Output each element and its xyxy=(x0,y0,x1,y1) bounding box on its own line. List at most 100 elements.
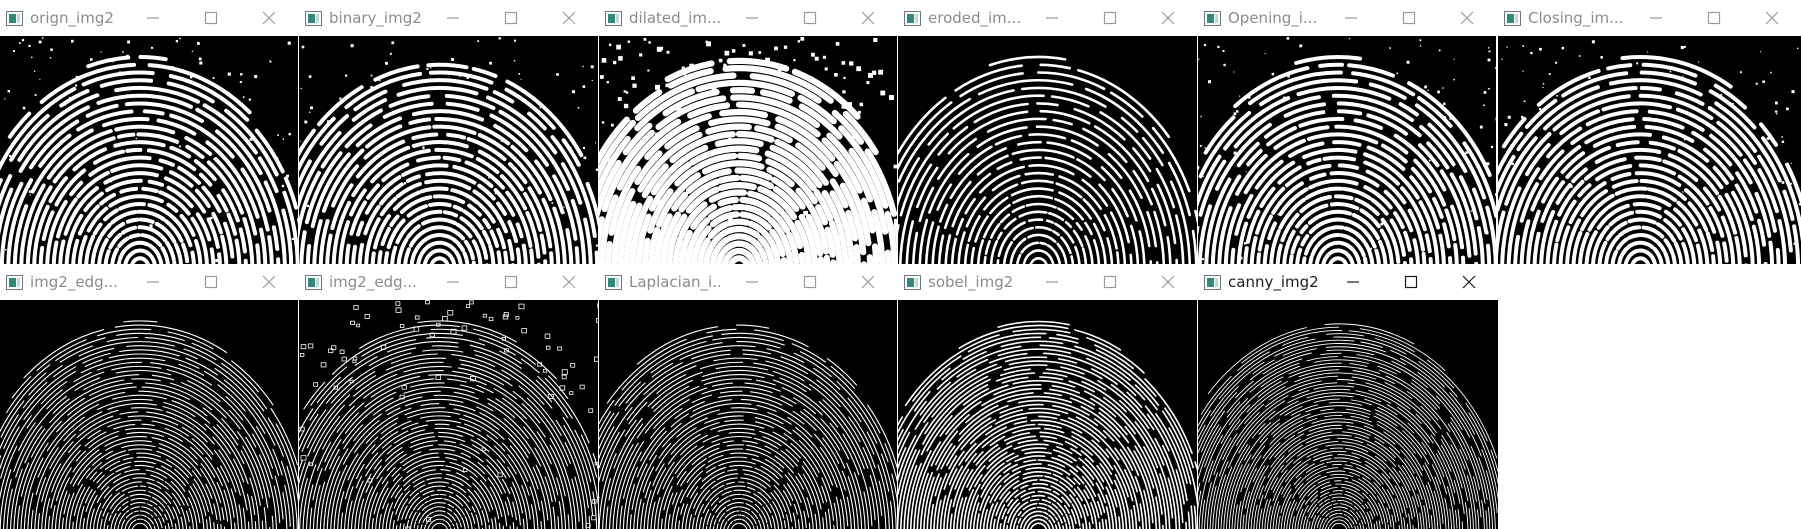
image-window[interactable]: img2_edg... xyxy=(0,264,298,529)
minimize-button[interactable] xyxy=(124,0,182,36)
image-canvas xyxy=(898,36,1197,264)
image-window[interactable]: eroded_im... xyxy=(898,0,1197,264)
maximize-button[interactable] xyxy=(182,264,240,300)
window-titlebar[interactable]: eroded_im... xyxy=(898,0,1197,36)
window-titlebar[interactable]: orign_img2 xyxy=(0,0,298,36)
image-window[interactable]: Opening_i... xyxy=(1198,0,1496,264)
minimize-button[interactable] xyxy=(1023,0,1081,36)
maximize-button[interactable] xyxy=(1081,0,1139,36)
image-window[interactable]: dilated_im... xyxy=(599,0,897,264)
image-window[interactable]: Closing_im... xyxy=(1498,0,1801,264)
minimize-button[interactable] xyxy=(723,0,781,36)
minimize-button[interactable] xyxy=(1324,264,1382,300)
minimize-icon xyxy=(746,281,758,283)
window-titlebar[interactable]: binary_img2 xyxy=(299,0,598,36)
app-window-icon xyxy=(605,10,629,26)
maximize-button[interactable] xyxy=(482,0,540,36)
minimize-icon xyxy=(1347,281,1359,283)
minimize-button[interactable] xyxy=(124,264,182,300)
window-title: orign_img2 xyxy=(30,9,114,27)
maximize-button[interactable] xyxy=(182,0,240,36)
image-window[interactable]: canny_img2 xyxy=(1198,264,1498,529)
image-canvas xyxy=(299,36,598,264)
close-button[interactable] xyxy=(240,0,298,36)
maximize-icon xyxy=(204,11,218,25)
image-canvas xyxy=(898,300,1197,529)
app-window-icon xyxy=(305,10,329,26)
minimize-icon xyxy=(746,17,758,19)
app-window-icon xyxy=(904,10,928,26)
maximize-button[interactable] xyxy=(781,264,839,300)
window-titlebar[interactable]: canny_img2 xyxy=(1198,264,1498,300)
fingerprint-edges xyxy=(898,320,1197,529)
app-window-icon xyxy=(1504,10,1528,26)
close-button[interactable] xyxy=(839,0,897,36)
close-button[interactable] xyxy=(1139,0,1197,36)
minimize-icon xyxy=(1046,281,1058,283)
minimize-button[interactable] xyxy=(723,264,781,300)
close-button[interactable] xyxy=(1743,0,1801,36)
image-window[interactable]: orign_img2 xyxy=(0,0,298,264)
image-canvas xyxy=(0,36,298,264)
maximize-button[interactable] xyxy=(1081,264,1139,300)
maximize-button[interactable] xyxy=(1685,0,1743,36)
image-canvas xyxy=(299,300,598,529)
window-title: Laplacian_i... xyxy=(629,273,723,291)
minimize-icon xyxy=(147,281,159,283)
window-titlebar[interactable]: img2_edg... xyxy=(0,264,298,300)
close-icon xyxy=(562,11,576,25)
minimize-button[interactable] xyxy=(1627,0,1685,36)
maximize-icon xyxy=(1707,11,1721,25)
close-button[interactable] xyxy=(1438,0,1496,36)
window-titlebar[interactable]: img2_edg... xyxy=(299,264,598,300)
close-icon xyxy=(262,275,276,289)
maximize-icon xyxy=(504,11,518,25)
maximize-icon xyxy=(204,275,218,289)
fingerprint-image xyxy=(599,37,897,264)
maximize-icon xyxy=(1103,11,1117,25)
image-window[interactable]: binary_img2 xyxy=(299,0,598,264)
fingerprint-edges xyxy=(299,300,598,529)
minimize-icon xyxy=(1046,17,1058,19)
close-button[interactable] xyxy=(540,0,598,36)
fingerprint-image xyxy=(898,55,1197,264)
close-icon xyxy=(1460,11,1474,25)
close-icon xyxy=(262,11,276,25)
window-titlebar[interactable]: dilated_im... xyxy=(599,0,897,36)
window-titlebar[interactable]: Opening_i... xyxy=(1198,0,1496,36)
window-titlebar[interactable]: Laplacian_i... xyxy=(599,264,897,300)
close-button[interactable] xyxy=(240,264,298,300)
app-window-icon xyxy=(305,274,329,290)
close-button[interactable] xyxy=(839,264,897,300)
minimize-icon xyxy=(1650,17,1662,19)
maximize-button[interactable] xyxy=(1382,264,1440,300)
minimize-icon xyxy=(1345,17,1357,19)
window-title: Closing_im... xyxy=(1528,9,1624,27)
window-titlebar[interactable]: Closing_im... xyxy=(1498,0,1801,36)
maximize-icon xyxy=(504,275,518,289)
fingerprint-image xyxy=(1198,37,1496,264)
maximize-button[interactable] xyxy=(1380,0,1438,36)
image-window[interactable]: Laplacian_i... xyxy=(599,264,897,529)
minimize-button[interactable] xyxy=(1322,0,1380,36)
image-window[interactable]: img2_edg... xyxy=(299,264,598,529)
fingerprint-edges xyxy=(599,324,897,529)
minimize-button[interactable] xyxy=(424,264,482,300)
image-window[interactable]: sobel_img2 xyxy=(898,264,1197,529)
maximize-icon xyxy=(803,275,817,289)
close-button[interactable] xyxy=(540,264,598,300)
window-title: img2_edg... xyxy=(30,273,118,291)
maximize-button[interactable] xyxy=(781,0,839,36)
window-titlebar[interactable]: sobel_img2 xyxy=(898,264,1197,300)
window-title: dilated_im... xyxy=(629,9,722,27)
close-button[interactable] xyxy=(1440,264,1498,300)
maximize-button[interactable] xyxy=(482,264,540,300)
image-canvas xyxy=(599,36,897,264)
minimize-button[interactable] xyxy=(1023,264,1081,300)
fingerprint-image xyxy=(299,37,598,264)
app-window-icon xyxy=(6,274,30,290)
image-canvas xyxy=(1198,36,1496,264)
close-button[interactable] xyxy=(1139,264,1197,300)
minimize-button[interactable] xyxy=(424,0,482,36)
window-title: canny_img2 xyxy=(1228,273,1319,291)
